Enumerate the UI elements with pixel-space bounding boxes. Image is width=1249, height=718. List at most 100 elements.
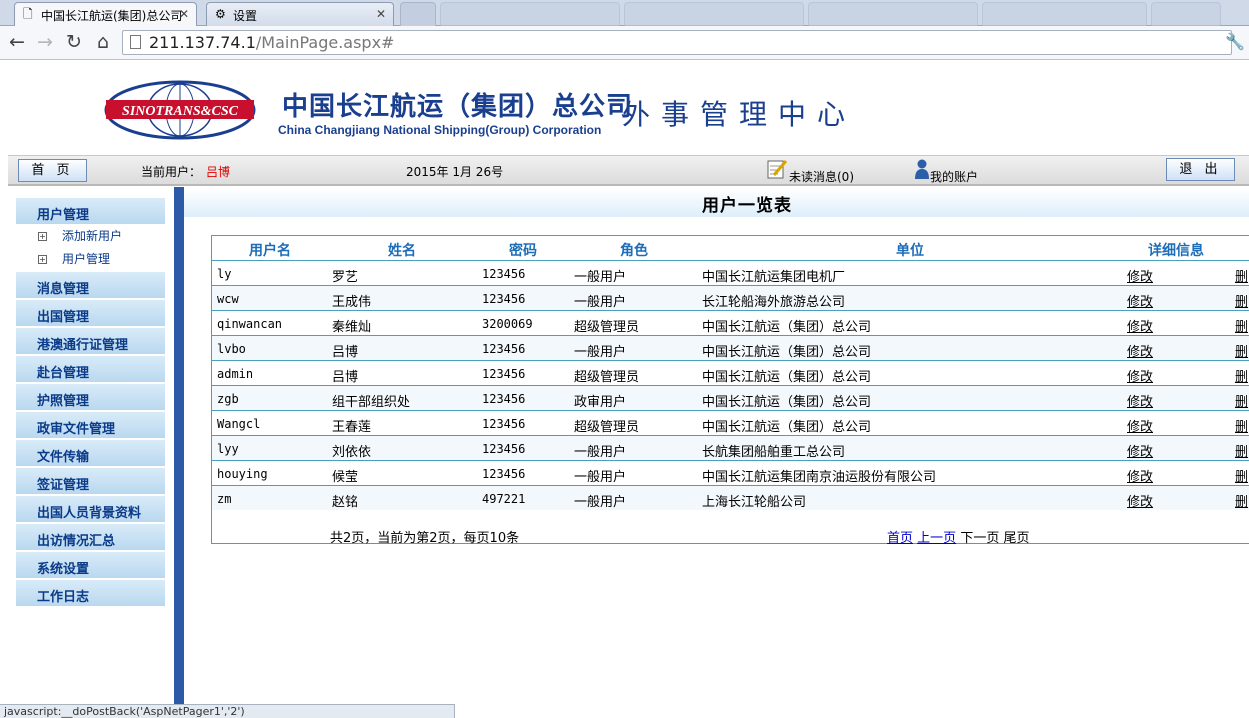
cell-password: 123456	[482, 267, 526, 281]
cell-username: wcw	[217, 292, 239, 306]
nav-system-settings[interactable]: 系统设置	[16, 552, 165, 578]
nav-work-log[interactable]: 工作日志	[16, 580, 165, 606]
nav-sub-user-management[interactable]: + 用户管理	[38, 250, 110, 267]
col-password: 密码	[509, 243, 537, 259]
nav-passport-management[interactable]: 护照管理	[16, 384, 165, 410]
cell-name: 吕博	[332, 370, 359, 385]
new-tab-button[interactable]	[400, 2, 436, 26]
delete-link[interactable]: 删	[1235, 416, 1248, 435]
edit-link[interactable]: 修改	[1127, 341, 1153, 360]
delete-link[interactable]: 删	[1235, 266, 1248, 285]
edit-link[interactable]: 修改	[1127, 416, 1153, 435]
cell-username: zgb	[217, 392, 239, 406]
pager-links: 首页 上一页 下一页 尾页	[887, 527, 1029, 546]
cell-unit: 中国长江航运集团南京油运股份有限公司	[702, 470, 937, 485]
cell-role: 一般用户	[574, 445, 627, 460]
cell-username: ly	[217, 267, 232, 281]
col-unit: 单位	[896, 243, 924, 259]
browser-tab-active[interactable]: 🗋 中国长江航运(集团)总公司 ✕	[14, 2, 197, 27]
cell-password: 123456	[482, 392, 526, 406]
edit-link[interactable]: 修改	[1127, 291, 1153, 310]
edit-link[interactable]: 修改	[1127, 316, 1153, 335]
logout-button[interactable]: 退 出	[1166, 158, 1235, 181]
wrench-icon[interactable]: 🔧	[1225, 32, 1245, 51]
nav-sub-add-user[interactable]: + 添加新用户	[38, 227, 122, 244]
delete-link[interactable]: 删	[1235, 466, 1248, 485]
col-detail: 详细信息	[1148, 243, 1204, 259]
forward-arrow-icon[interactable]: →	[34, 31, 56, 53]
nav-hk-macau-permit[interactable]: 港澳通行证管理	[16, 328, 165, 354]
browser-tab-settings[interactable]: ⚙ 设置 ✕	[206, 2, 394, 26]
url-host: 211.137.74.1	[149, 33, 256, 52]
delete-link[interactable]: 删	[1235, 366, 1248, 385]
back-arrow-icon[interactable]: ←	[6, 31, 28, 53]
tab-title: 设置	[233, 9, 258, 23]
delete-link[interactable]: 删	[1235, 291, 1248, 310]
pager-first-link[interactable]: 首页	[887, 531, 913, 546]
cell-unit: 长江轮船海外旅游总公司	[702, 295, 846, 310]
edit-link[interactable]: 修改	[1127, 266, 1153, 285]
table-row: lvbo 吕博 123456 一般用户 中国长江航运（集团）总公司 修改 删	[212, 335, 1249, 360]
cell-name: 罗艺	[332, 270, 359, 285]
delete-link[interactable]: 删	[1235, 491, 1248, 510]
browser-tabstrip: 🗋 中国长江航运(集团)总公司 ✕ ⚙ 设置 ✕	[0, 0, 1249, 27]
browser-tab-blurred[interactable]	[440, 2, 620, 26]
pager-prev-link[interactable]: 上一页	[917, 531, 956, 546]
delete-link[interactable]: 删	[1235, 391, 1248, 410]
home-icon[interactable]: ⌂	[92, 31, 114, 53]
cell-role: 一般用户	[574, 345, 627, 360]
cell-username: houying	[217, 467, 268, 481]
cell-name: 秦维灿	[332, 320, 372, 335]
nav-visa-management[interactable]: 签证管理	[16, 468, 165, 494]
user-table: 用户名 姓名 密码 角色 单位 详细信息 ly 罗艺 123456 一般用户 中国长江航…	[211, 235, 1249, 544]
cell-password: 123456	[482, 367, 526, 381]
nav-taiwan-management[interactable]: 赴台管理	[16, 356, 165, 382]
browser-tab-blurred[interactable]	[982, 2, 1147, 26]
table-row: Wangcl 王春莲 123456 超级管理员 中国长江航运（集团）总公司 修改 删	[212, 410, 1249, 435]
cell-role: 一般用户	[574, 295, 627, 310]
col-role: 角色	[620, 243, 648, 259]
expand-icon: +	[38, 255, 47, 264]
address-bar[interactable]: 211.137.74.1/MainPage.aspx#	[122, 30, 1232, 55]
nav-sub-label: 用户管理	[62, 252, 111, 266]
browser-tab-blurred[interactable]	[624, 2, 804, 26]
unread-messages-link[interactable]: 未读消息(0)	[789, 168, 854, 185]
edit-link[interactable]: 修改	[1127, 466, 1153, 485]
browser-status-bubble: javascript:__doPostBack('AspNetPager1','…	[0, 704, 455, 718]
my-account-link[interactable]: 我的账户	[930, 168, 978, 185]
cell-unit: 上海长江轮船公司	[702, 495, 807, 510]
table-row: wcw 王成伟 123456 一般用户 长江轮船海外旅游总公司 修改 删	[212, 285, 1249, 310]
system-title: 外事管理中心	[622, 98, 857, 131]
company-name-en: China Changjiang National Shipping(Group…	[278, 123, 602, 137]
delete-link[interactable]: 删	[1235, 341, 1248, 360]
home-button[interactable]: 首 页	[18, 159, 87, 182]
table-row: qinwancan 秦维灿 3200069 超级管理员 中国长江航运（集团）总公司 修改 删	[212, 310, 1249, 335]
browser-tab-blurred[interactable]	[1151, 2, 1221, 26]
delete-link[interactable]: 删	[1235, 441, 1248, 460]
nav-message-management[interactable]: 消息管理	[16, 272, 165, 298]
delete-link[interactable]: 删	[1235, 316, 1248, 335]
cell-name: 候莹	[332, 470, 359, 485]
nav-political-review[interactable]: 政审文件管理	[16, 412, 165, 438]
logo-text: SINOTRANS&CSC	[122, 104, 239, 119]
current-date: 2015年 1月 26号	[406, 165, 504, 179]
nav-file-transfer[interactable]: 文件传输	[16, 440, 165, 466]
close-icon[interactable]: ✕	[376, 7, 386, 21]
table-row: zm 赵铭 497221 一般用户 上海长江轮船公司 修改 删	[212, 485, 1249, 510]
browser-tab-blurred[interactable]	[808, 2, 978, 26]
nav-visit-summary[interactable]: 出访情况汇总	[16, 524, 165, 550]
reload-icon[interactable]: ↻	[63, 31, 85, 53]
cell-role: 超级管理员	[574, 420, 640, 435]
nav-personnel-background[interactable]: 出国人员背景资料	[16, 496, 165, 522]
cell-role: 超级管理员	[574, 370, 640, 385]
nav-outbound-management[interactable]: 出国管理	[16, 300, 165, 326]
nav-user-management[interactable]: 用户管理	[16, 198, 165, 224]
edit-link[interactable]: 修改	[1127, 441, 1153, 460]
cell-role: 政审用户	[574, 395, 627, 410]
edit-link[interactable]: 修改	[1127, 491, 1153, 510]
close-icon[interactable]: ✕	[179, 7, 189, 21]
edit-link[interactable]: 修改	[1127, 391, 1153, 410]
pager-last: 尾页	[1003, 531, 1030, 546]
cell-password: 123456	[482, 417, 526, 431]
edit-link[interactable]: 修改	[1127, 366, 1153, 385]
